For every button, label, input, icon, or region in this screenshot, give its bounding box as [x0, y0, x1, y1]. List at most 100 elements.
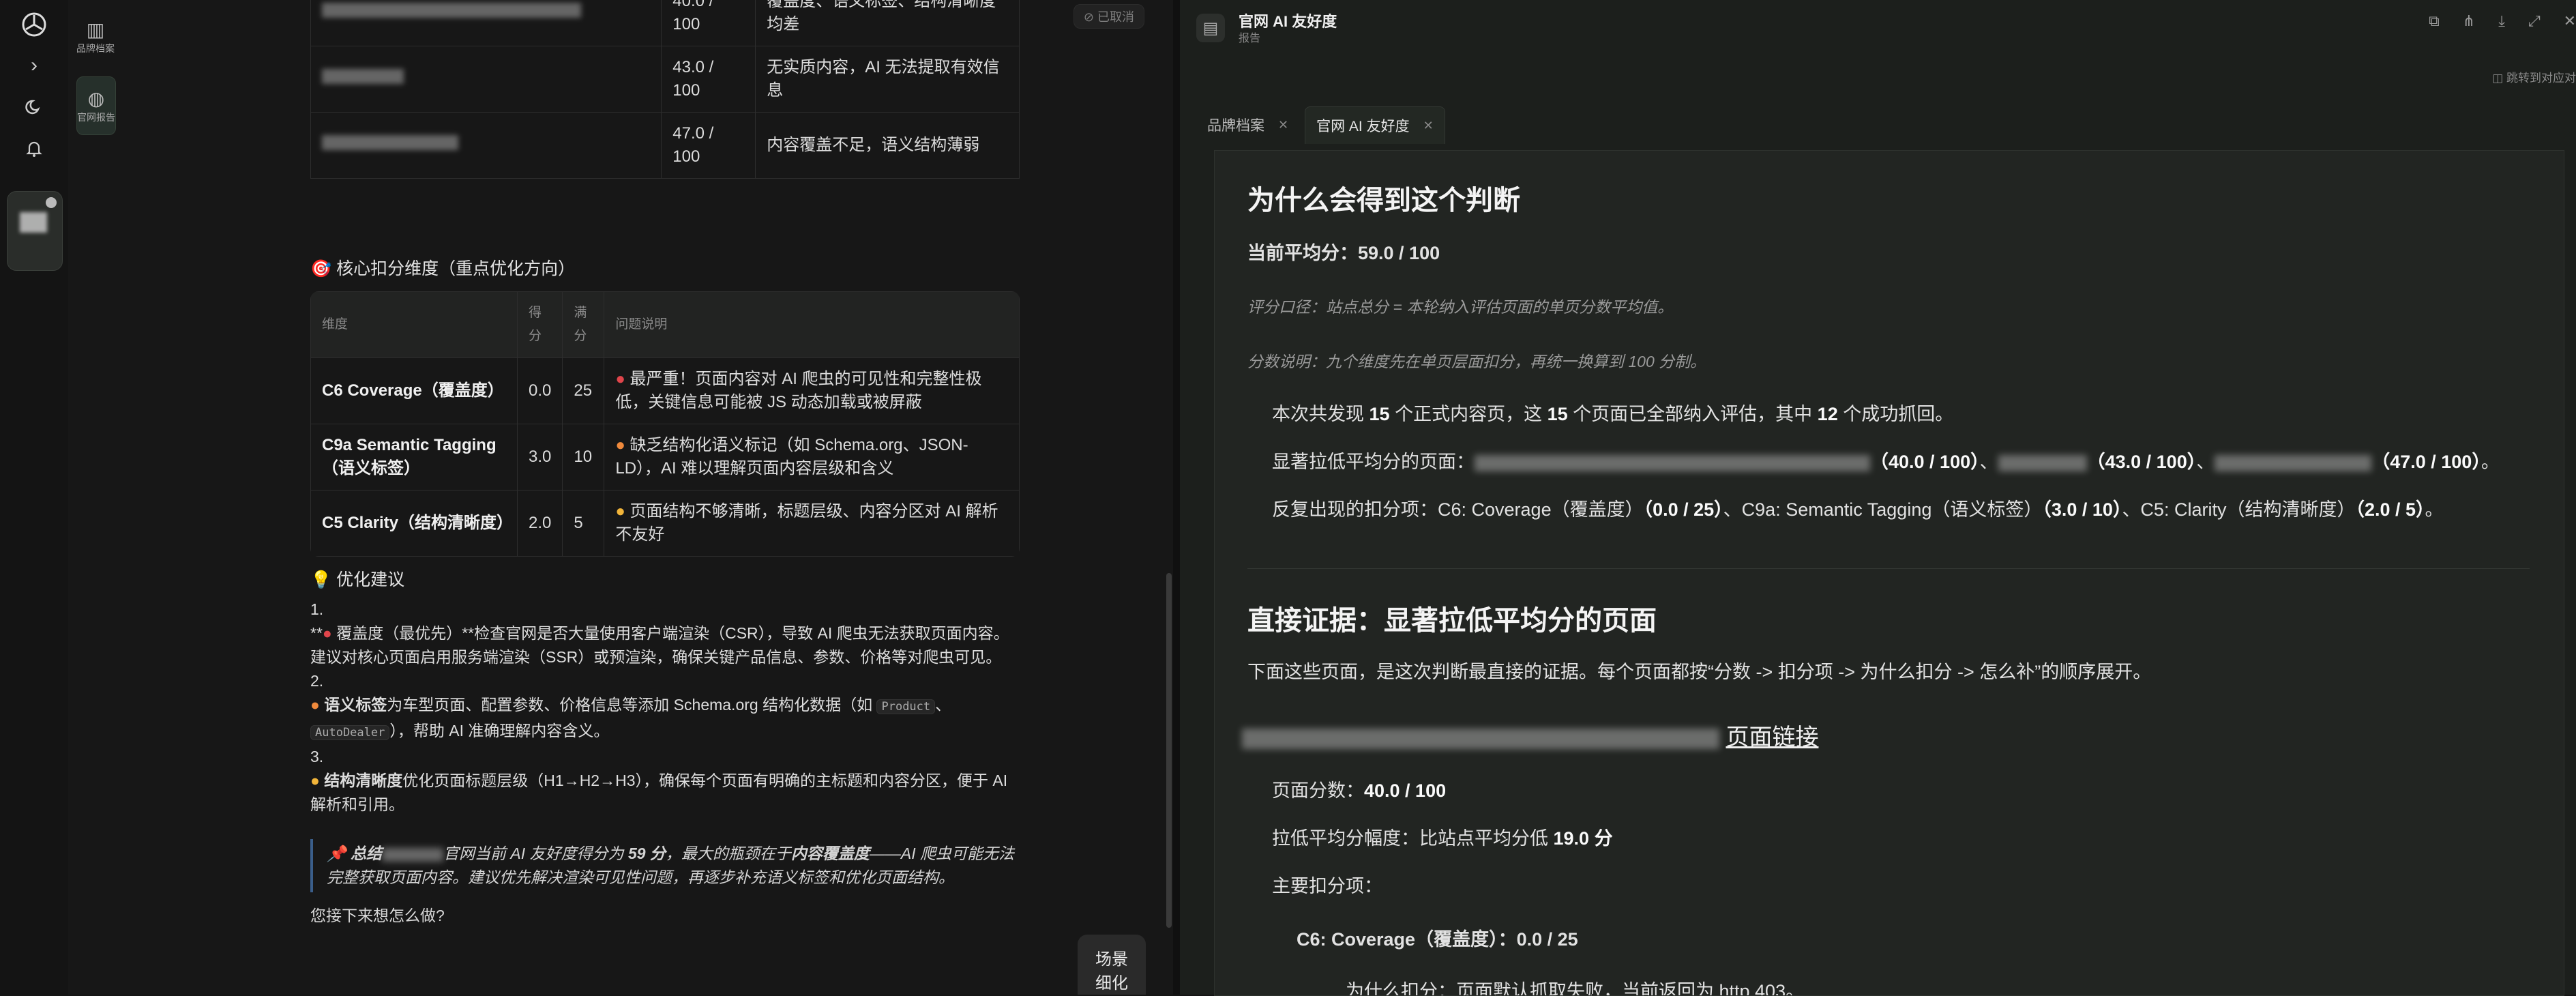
evidence-intro: 下面这些页面，是这次判断最直接的证据。每个页面都按“分数 -> 扣分项 -> 为… [1247, 662, 2152, 682]
yellow-circle-icon: ● [615, 502, 625, 521]
table-cell-dimension: C6 Coverage（覆盖度） [310, 357, 518, 424]
jump-button[interactable]: ◫ 跳转到对应对 [2492, 68, 2576, 85]
column-header: 问题说明 [604, 291, 1020, 358]
redacted-brand [382, 847, 444, 862]
share-icon[interactable]: ⋔ [2463, 12, 2475, 30]
lower-amount: 拉低平均分幅度：比站点平均分低 19.0 分 [1272, 828, 1613, 849]
deduct-dimension-table: 维度 得分 满分 问题说明 C6 Coverage（覆盖度） 0.0 25 ● … [310, 291, 1020, 557]
low-score-pages-table: 40.0 / 100 覆盖度、语义标签、结构清晰度均差 43.0 / 100 无… [310, 0, 1020, 179]
suggestion-list: 1. **● 覆盖度（最优先）**检查官网是否大量使用客户端渲染（CSR），导致… [310, 598, 1020, 817]
table-row: 47.0 / 100 内容覆盖不足，语义结构薄弱 [310, 112, 1020, 179]
redacted-page-name [310, 46, 662, 113]
pin-icon: 📌 [327, 845, 346, 862]
list-item: **● 覆盖度（最优先）**检查官网是否大量使用客户端渲染（CSR），导致 AI… [310, 624, 1009, 666]
page-link[interactable]: 页面链接 [1726, 724, 1818, 750]
list-number: 1. [310, 600, 324, 618]
table-row: C5 Clarity（结构清晰度） 2.0 5 ● 页面结构不够清晰，标题层级、… [310, 490, 1020, 557]
close-tab-icon[interactable]: ✕ [1278, 118, 1288, 132]
expand-icon[interactable]: ⤢ [2528, 12, 2541, 30]
chat-area: ⊘ 已取消 40.0 / 100 覆盖度、语义标签、结构清晰度均差 43.0 /… [123, 0, 1173, 995]
table-row: 40.0 / 100 覆盖度、语义标签、结构清晰度均差 [310, 0, 1020, 46]
follow-up-question: 您接下来想怎么做? [310, 907, 445, 924]
panel-splitter[interactable] [1173, 0, 1180, 995]
main-deduct-label: 主要扣分项： [1272, 876, 1382, 896]
copy-icon[interactable]: ⧉ [2429, 12, 2440, 30]
page-heading: 页面链接 [1242, 718, 1818, 752]
column-header: 得分 [516, 291, 563, 358]
average-score: 当前平均分：59.0 / 100 [1247, 243, 1440, 263]
download-icon[interactable]: ⤓ [2498, 12, 2505, 30]
table-cell-full: 25 [562, 357, 605, 424]
chat-bubble-icon: ◫ [2492, 72, 2504, 85]
column-header: 满分 [562, 291, 605, 358]
nav-rail: ▥ 品牌档案 ◍ 官网报告 [68, 0, 123, 995]
nav-item-label: 官网报告 [77, 112, 115, 123]
summary-quote: 📌 总结 官网当前 AI 友好度得分为 59 分，最大的瓶颈在于内容覆盖度——AI… [310, 839, 1029, 892]
yellow-circle-icon: ● [310, 772, 320, 789]
nav-item-label: 品牌档案 [76, 43, 115, 54]
redacted-page-name [310, 0, 662, 46]
table-cell-score: 43.0 / 100 [661, 46, 756, 113]
expand-chevron-icon[interactable]: › [19, 50, 49, 80]
list-number: 3. [310, 748, 324, 765]
nav-item-brand-profile[interactable]: ▥ 品牌档案 [76, 8, 115, 65]
list-item: ● 语义标签为车型页面、配置参数、价格信息等添加 Schema.org 结构化数… [310, 696, 951, 740]
report-panel: ▤ 官网 AI 友好度 报告 ⧉ ⋔ ⤓ ⤢ ✕ ◫ 跳转到对应对 品牌档案 ✕ … [1180, 0, 2576, 996]
tab-site-ai-friendly[interactable]: 官网 AI 友好度 ✕ [1305, 106, 1445, 144]
redacted-page [2215, 454, 2372, 471]
chat-scrollbar[interactable] [1166, 573, 1172, 928]
table-header-row: 维度 得分 满分 问题说明 [310, 291, 1020, 358]
page-score: 页面分数：40.0 / 100 [1272, 780, 1447, 801]
found-pages-summary: 本次共发现 15 个正式内容页，这 15 个页面已全部纳入评估，其中 12 个成… [1272, 404, 1954, 424]
redacted-page [1475, 454, 1870, 471]
table-cell-full: 5 [562, 490, 605, 557]
status-dot-icon [46, 197, 57, 208]
app-logo-icon[interactable] [19, 10, 49, 40]
table-cell-desc: ● 最严重！页面内容对 AI 爬虫的可见性和完整性极低，关键信息可能被 JS 动… [604, 357, 1020, 424]
table-cell-dimension: C5 Clarity（结构清晰度） [310, 490, 518, 557]
panel-subtitle: 报告 [1239, 33, 1261, 44]
nav-item-site-report[interactable]: ◍ 官网报告 [76, 76, 116, 135]
redacted-page [1998, 454, 2087, 471]
repeated-deductions-line: 反复出现的扣分项：C6: Coverage（覆盖度）（0.0 / 25）、C9a… [1272, 499, 2444, 520]
panel-tabs: 品牌档案 ✕ 官网 AI 友好度 ✕ [1196, 106, 1445, 144]
close-icon[interactable]: ✕ [2564, 12, 2576, 30]
icon-rail: › [0, 0, 69, 995]
table-cell-full: 10 [562, 424, 605, 490]
table-cell-desc: ● 页面结构不够清晰，标题层级、内容分区对 AI 解析不友好 [604, 490, 1020, 557]
orange-circle-icon: ● [615, 436, 625, 454]
column-header: 维度 [310, 291, 518, 358]
list-item: ● 结构清晰度优化页面标题层级（H1→H2→H3），确保每个页面有明确的主标题和… [310, 772, 1008, 813]
table-cell-issue: 内容覆盖不足，语义结构薄弱 [755, 112, 1020, 179]
lightbulb-icon: 💡 [310, 570, 332, 589]
table-cell-score: 0.0 [516, 357, 563, 424]
table-row: C9a Semantic Tagging（语义标签） 3.0 10 ● 缺乏结构… [310, 424, 1020, 490]
c6-deduct-item: C6: Coverage（覆盖度）：0.0 / 25 [1297, 929, 1578, 950]
table-row: C6 Coverage（覆盖度） 0.0 25 ● 最严重！页面内容对 AI 爬… [310, 357, 1020, 424]
low-pages-line: 显著拉低平均分的页面： （40.0 / 100）、 （43.0 / 100）、 （47… [1272, 452, 2500, 472]
building-icon: ▥ [86, 19, 105, 40]
inline-code: AutoDealer [310, 725, 390, 740]
red-circle-icon: ● [322, 624, 332, 642]
moon-icon[interactable] [19, 91, 49, 121]
deduct-reason: 为什么扣分：页面默认抓取失败，当前返回为 http 403。 [1346, 981, 1805, 996]
table-cell-desc: ● 缺乏结构化语义标记（如 Schema.org、JSON-LD），AI 难以理… [604, 424, 1020, 490]
table-cell-score: 3.0 [516, 424, 563, 490]
tab-brand-profile[interactable]: 品牌档案 ✕ [1196, 106, 1299, 143]
red-circle-icon: ● [615, 370, 625, 388]
list-number: 2. [310, 672, 324, 690]
bell-icon[interactable] [19, 134, 49, 164]
table-cell-issue: 无实质内容，AI 无法提取有效信息 [755, 46, 1020, 113]
suggest-section-title: 💡 优化建议 [310, 570, 405, 589]
target-icon: 🎯 [310, 259, 332, 278]
workspace-avatar[interactable] [7, 191, 63, 271]
table-cell-issue: 覆盖度、语义标签、结构清晰度均差 [755, 0, 1020, 46]
quick-reply-button[interactable]: 场景细化分析 [1078, 935, 1146, 995]
table-row: 43.0 / 100 无实质内容，AI 无法提取有效信息 [310, 46, 1020, 113]
deduct-section-title: 🎯 核心扣分维度（重点优化方向） [310, 259, 576, 278]
close-tab-icon[interactable]: ✕ [1423, 119, 1434, 133]
panel-toolbar: ⧉ ⋔ ⤓ ⤢ ✕ [2429, 12, 2576, 30]
section-heading: 为什么会得到这个判断 [1247, 186, 1520, 216]
report-icon: ▤ [1196, 14, 1225, 42]
cancelled-badge: ⊘ 已取消 [1073, 4, 1144, 29]
